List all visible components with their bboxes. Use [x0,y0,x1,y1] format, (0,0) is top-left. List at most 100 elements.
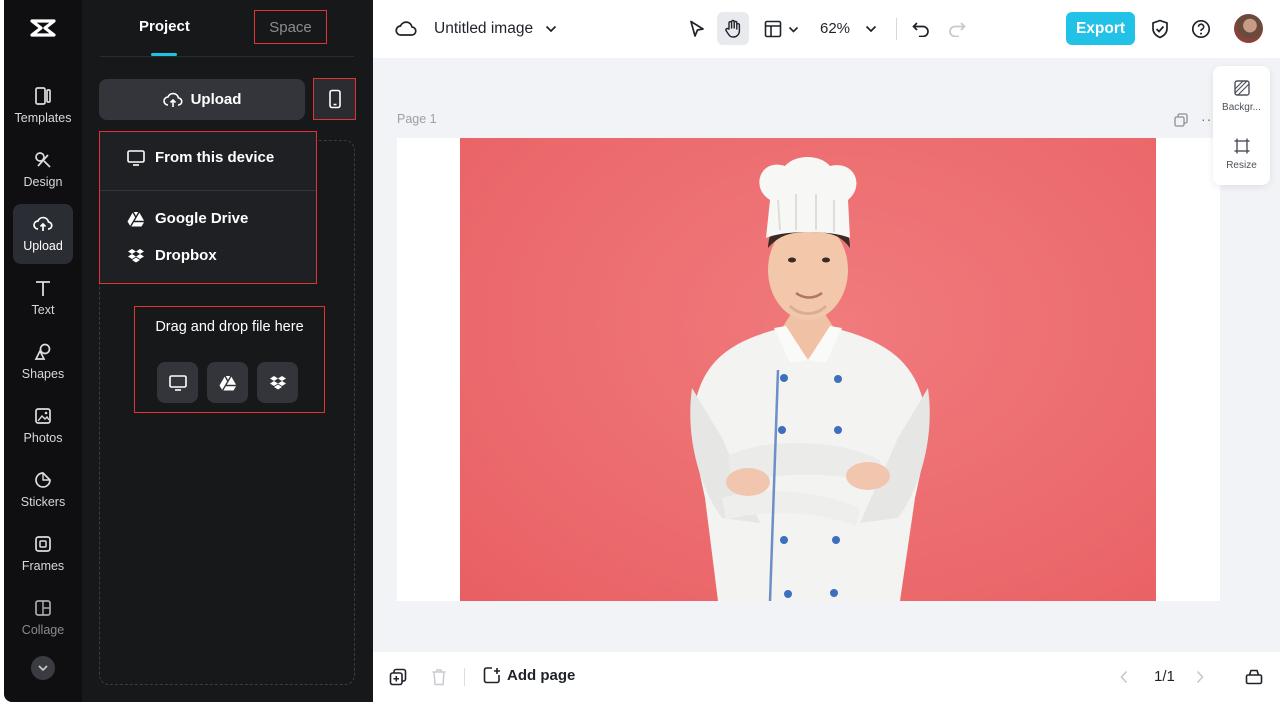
upload-button[interactable]: Upload [99,79,305,120]
dropzone-google-drive-button[interactable] [207,362,248,403]
top-bar: Untitled image 62% Export [373,0,1280,58]
add-page-button[interactable]: Add page [483,666,575,684]
zoom-level[interactable]: 62% [820,20,850,37]
export-button-label: Export [1075,19,1126,37]
rail-item-text[interactable]: Text [13,268,73,328]
rail-label: Design [23,175,63,189]
shapes-icon [34,343,51,360]
chef-photo[interactable] [460,138,1156,601]
resize-tool-label: Resize [1226,160,1257,171]
google-drive-icon [219,375,236,391]
rail-more-button[interactable] [31,656,55,680]
resize-tool[interactable]: Resize [1213,138,1270,171]
page-counter: 1/1 [1154,668,1175,685]
toolbar-divider [896,18,897,40]
rail-item-templates[interactable]: Templates [13,76,73,136]
add-page-label: Add page [507,666,576,684]
chef-illustration [690,157,930,601]
collage-icon [35,600,51,616]
delete-page-icon[interactable] [429,667,449,687]
monitor-icon [127,149,145,166]
shield-icon[interactable] [1149,18,1171,40]
frames-icon [35,536,51,552]
upload-cloud-icon [33,216,53,231]
capcut-logo[interactable] [29,16,57,42]
rail-label: Collage [21,623,65,637]
drag-drop-text: Drag and drop file here [155,319,304,335]
rail-label: Shapes [21,367,65,381]
previous-page-icon[interactable] [1117,669,1131,685]
rail-label: Frames [21,559,65,573]
rail-label: Text [31,303,55,317]
document-title[interactable]: Untitled image [434,20,533,38]
chevron-down-icon[interactable] [543,21,559,37]
dropbox-icon [128,248,144,262]
rail-item-collage[interactable]: Collage [13,588,73,648]
layout-chevron-down-icon[interactable] [786,22,800,36]
left-rail: Templates Design Upload Text Shapes Phot… [4,0,82,702]
stickers-icon [35,472,51,488]
templates-icon [35,87,51,105]
select-pointer-icon[interactable] [686,17,708,41]
zoom-chevron-down-icon[interactable] [863,22,879,36]
help-icon[interactable] [1190,18,1212,40]
rail-item-shapes[interactable]: Shapes [13,332,73,392]
upload-from-phone-button[interactable] [313,78,356,120]
upload-cloud-icon [162,92,183,107]
tab-space[interactable]: Space [254,10,327,44]
dropbox-icon [269,375,286,389]
undo-icon[interactable] [910,18,932,40]
background-icon [1233,80,1250,96]
user-avatar[interactable] [1234,14,1263,43]
background-tool[interactable]: Backgr... [1213,80,1270,113]
dropzone-device-button[interactable] [157,362,198,403]
dropzone-dropbox-button[interactable] [257,362,298,403]
rail-item-frames[interactable]: Frames [13,524,73,584]
rail-item-stickers[interactable]: Stickers [13,460,73,520]
mobile-phone-icon [328,89,341,109]
bottom-divider [464,668,465,686]
export-button[interactable]: Export [1066,12,1135,45]
menu-separator [100,190,316,191]
page-label: Page 1 [397,112,437,126]
text-icon [36,281,50,296]
page-manager-icon[interactable] [1244,667,1264,687]
menu-item-dropbox[interactable]: Dropbox [127,247,217,264]
bottom-bar: Add page 1/1 [373,652,1280,702]
rail-label: Photos [23,431,63,445]
menu-item-label: Dropbox [155,247,217,264]
tab-divider [100,56,354,57]
rail-label: Stickers [20,495,66,509]
design-icon [35,152,51,168]
layout-icon[interactable] [762,18,784,40]
hand-tool-icon[interactable] [717,12,749,45]
monitor-icon [168,374,187,391]
background-tool-label: Backgr... [1222,102,1261,113]
tab-space-label: Space [269,18,312,36]
rail-item-upload[interactable]: Upload [13,204,73,264]
design-page[interactable] [397,138,1220,601]
canvas-stage: Page 1 ··· Backgr... Resize [373,58,1280,652]
rail-label: Upload [23,239,63,253]
next-page-icon[interactable] [1193,669,1207,685]
upload-panel: Project Space Upload From this device Go… [82,0,373,702]
rail-label: Templates [14,111,72,125]
upload-button-label: Upload [190,91,242,108]
chevron-down-icon [38,665,48,672]
add-page-icon [483,667,500,684]
cloud-sync-icon[interactable] [395,18,417,40]
rail-item-photos[interactable]: Photos [13,396,73,456]
rail-item-design[interactable]: Design [13,140,73,200]
google-drive-icon [127,211,145,227]
duplicate-page-icon[interactable] [1174,113,1188,127]
drag-drop-area[interactable]: Drag and drop file here [134,306,325,413]
tab-project[interactable]: Project [139,18,190,35]
menu-item-label: From this device [155,149,275,166]
canvas-side-tools: Backgr... Resize [1213,66,1270,185]
upload-source-menu: From this device Google Drive Dropbox [99,131,317,284]
menu-item-from-device[interactable]: From this device [127,149,274,166]
duplicate-page-button-icon[interactable] [388,667,408,687]
redo-icon[interactable] [946,18,968,40]
resize-icon [1234,138,1249,154]
menu-item-google-drive[interactable]: Google Drive [127,210,248,227]
